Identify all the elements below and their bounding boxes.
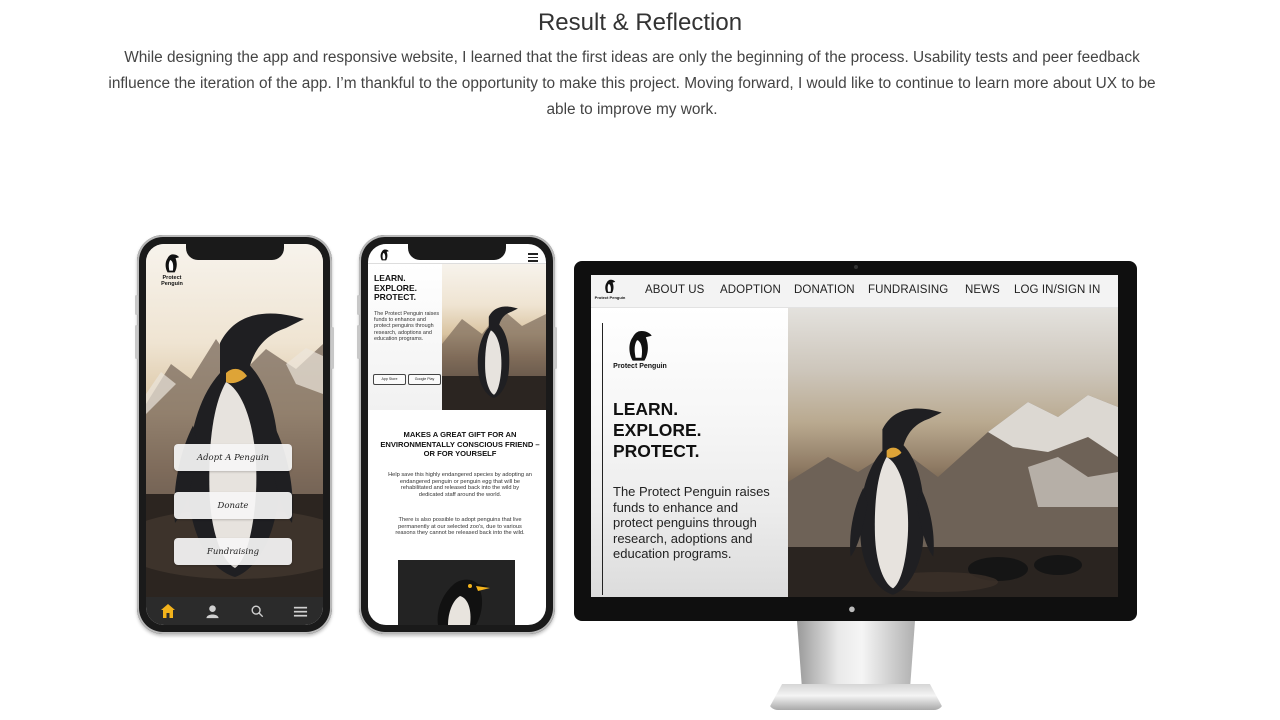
accent-line [602,323,603,595]
mobile-hero-text: LEARN. EXPLORE. PROTECT. The Protect Pen… [374,273,440,343]
penguin-chick-photo [398,560,515,625]
hamburger-menu-icon[interactable] [528,253,538,264]
app-screen: Protect Penguin Adopt A Penguin Donate F… [146,244,323,625]
penguin-illustration [477,306,518,398]
mobile-web-screen: LEARN. EXPLORE. PROTECT. The Protect Pen… [368,244,546,625]
phone-notch [185,244,284,260]
site-navigation: Protect Penguin ABOUT US ADOPTION DONATI… [591,275,1118,308]
desktop-hero-photo [788,307,1118,597]
desktop-hero-title: LEARN. EXPLORE. PROTECT. [613,399,702,461]
monitor-stand-base [768,684,944,710]
desktop-hero-panel: Protect Penguin LEARN. EXPLORE. PROTECT.… [591,307,788,597]
penguin-logo-icon [629,330,652,361]
profile-icon[interactable] [200,600,224,622]
gift-heading: MAKES A GREAT GIFT FOR AN ENVIRONMENTALL… [380,430,540,458]
gift-paragraph-2: There is also possible to adopt penguins… [395,517,525,537]
app-logo: Protect Penguin [152,252,192,287]
mobile-logo [373,248,395,262]
site-logo-text: Protect Penguin [613,363,667,370]
penguin-logo-icon [380,249,389,261]
nav-news[interactable]: NEWS [965,284,1000,296]
app-logo-text: Protect Penguin [161,275,183,287]
phone-notch [408,244,506,260]
desktop-screen: Protect Penguin ABOUT US ADOPTION DONATI… [591,275,1118,597]
search-icon[interactable] [245,600,269,622]
gift-paragraph-1: Help save this highly endangered species… [388,472,532,499]
app-phone-mockup: Protect Penguin Adopt A Penguin Donate F… [135,235,334,634]
store-badges: App Store Google Play [373,374,441,385]
app-store-badge[interactable]: App Store [373,374,406,385]
site-nav-logo-text: Protect Penguin [594,295,626,300]
desktop-hero-body: The Protect Penguin raises funds to enha… [613,484,770,562]
mobile-web-phone-mockup: LEARN. EXPLORE. PROTECT. The Protect Pen… [357,235,557,634]
phone-side-button [135,295,138,315]
menu-icon[interactable] [289,600,313,622]
mobile-hero-photo [442,264,546,410]
desktop-monitor-mockup: Protect Penguin ABOUT US ADOPTION DONATI… [574,261,1137,621]
site-nav-logo: Protect Penguin [594,278,626,300]
phone-side-button [357,325,360,359]
donate-button[interactable]: Donate [174,492,292,519]
home-icon[interactable] [156,600,180,622]
monitor-camera [854,265,858,269]
nav-login-signin[interactable]: LOG IN/SIGN IN [1014,284,1100,296]
phone-side-button [554,327,557,369]
reflection-paragraph: While designing the app and responsive w… [108,49,1156,118]
google-play-badge[interactable]: Google Play [408,374,441,385]
fundraising-button[interactable]: Fundraising [174,538,292,565]
page-title: Result & Reflection [537,9,743,36]
phone-side-button [331,327,334,369]
mobile-hero-title: LEARN. EXPLORE. PROTECT. [374,273,417,302]
apple-logo-icon: ● [848,601,856,616]
phone-side-button [357,295,360,315]
penguin-logo-icon [165,254,180,273]
nav-fundraising[interactable]: FUNDRAISING [868,284,948,296]
penguin-illustration [850,408,942,595]
phone-side-button [135,325,138,359]
nav-donation[interactable]: DONATION [794,284,855,296]
monitor-stand [797,621,915,685]
mobile-hero-body: The Protect Penguin raises funds to enha… [374,310,440,343]
nav-about-us[interactable]: ABOUT US [645,284,704,296]
penguin-logo-icon [605,279,616,294]
adopt-penguin-button[interactable]: Adopt A Penguin [174,444,292,471]
app-tab-bar [146,597,323,625]
nav-adoption[interactable]: ADOPTION [720,284,781,296]
